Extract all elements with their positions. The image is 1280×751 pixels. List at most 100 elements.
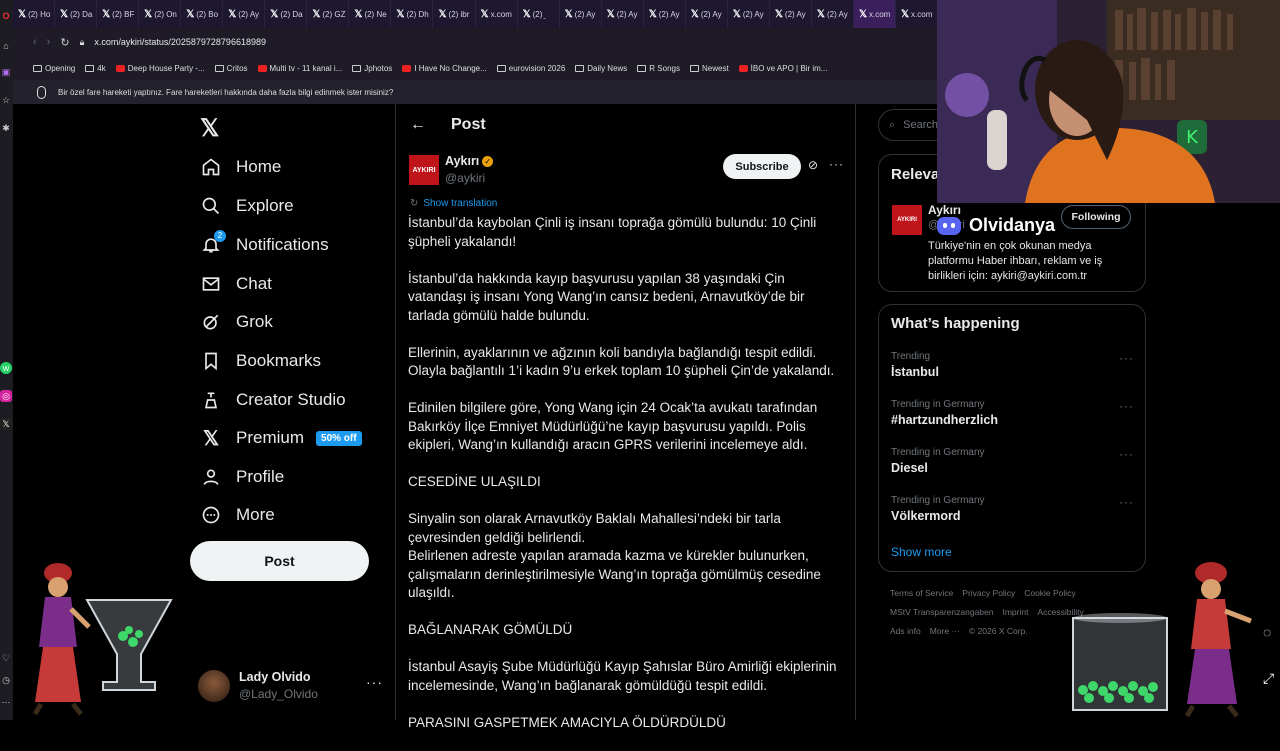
- nav-creator-studio[interactable]: Creator Studio: [200, 389, 346, 411]
- bookmark-item[interactable]: eurovision 2026: [496, 64, 565, 73]
- browser-tab[interactable]: 𝕏 (2) On: [139, 0, 182, 28]
- post-button[interactable]: Post: [190, 541, 369, 581]
- browser-tab[interactable]: 𝕏 (2) Dh: [391, 0, 434, 28]
- instagram-icon[interactable]: ◎: [0, 390, 12, 402]
- bookmark-item[interactable]: Multi tv - 11 kanal i...: [257, 64, 342, 73]
- bookmark-item[interactable]: Daily News: [575, 64, 627, 73]
- footer-link[interactable]: Ads info: [890, 626, 921, 636]
- youtube-icon: [115, 64, 125, 72]
- browser-tab[interactable]: 𝕏 (2) ̱: [518, 0, 560, 28]
- trend-item[interactable]: Trending in Germany #hartzundherzlich ···: [891, 399, 1134, 447]
- stream-expand-icon[interactable]: ⤢: [1263, 670, 1280, 687]
- footer-link[interactable]: Privacy Policy: [962, 588, 1015, 598]
- browser-tab[interactable]: 𝕏 (2) Ay: [770, 0, 812, 28]
- nav-bookmarks[interactable]: Bookmarks: [200, 350, 321, 372]
- bookmark-item[interactable]: 4k: [85, 64, 106, 73]
- nav-explore[interactable]: Explore: [200, 195, 294, 217]
- trend-item[interactable]: Trending in Germany Völkermord ···: [891, 495, 1134, 543]
- discord-username: Olvidanya: [969, 215, 1056, 235]
- x-rail-icon[interactable]: 𝕏: [0, 418, 12, 430]
- stream-chat-icon[interactable]: ◌: [1263, 624, 1280, 640]
- account-switcher[interactable]: Lady Olvido @Lady_Olvido ···: [198, 666, 383, 706]
- footer-link[interactable]: MStV Transparenzangaben: [890, 607, 993, 617]
- browser-tab[interactable]: 𝕏 (2) Ne: [349, 0, 392, 28]
- browser-tab[interactable]: 𝕏x.com: [476, 0, 518, 28]
- trend-options-icon[interactable]: ···: [1119, 351, 1134, 365]
- x-logo-icon[interactable]: 𝕏: [200, 114, 219, 143]
- history-rail-icon[interactable]: ◷: [0, 674, 12, 686]
- more-rail-icon[interactable]: ⋯: [0, 696, 12, 708]
- subscribe-button[interactable]: Subscribe: [723, 154, 801, 179]
- browser-tab[interactable]: 𝕏 (2) Ay: [602, 0, 644, 28]
- workspace-rail-icon[interactable]: ▣: [0, 66, 12, 78]
- show-translation-link[interactable]: ↻ Show translation: [410, 198, 497, 209]
- bookmark-item[interactable]: Deep House Party -...: [115, 64, 205, 73]
- url-field[interactable]: x.com/aykiri/status/2025879728796618989: [94, 37, 266, 47]
- bookmark-item[interactable]: R Songs: [637, 64, 680, 73]
- browser-tab[interactable]: 𝕏x.com: [853, 0, 896, 28]
- trend-options-icon[interactable]: ···: [1119, 495, 1134, 509]
- account-options-icon[interactable]: ···: [366, 674, 383, 690]
- whatsapp-icon[interactable]: w: [0, 362, 12, 374]
- browser-tab[interactable]: 𝕏 (2) Ay: [644, 0, 686, 28]
- following-button[interactable]: Following: [1061, 205, 1131, 229]
- post-paragraph: İstanbul’da kaybolan Çinli iş insanı top…: [408, 215, 817, 249]
- author-avatar[interactable]: AYKIRI: [409, 155, 439, 185]
- trend-item[interactable]: Trending in Germany Diesel ···: [891, 447, 1134, 495]
- bookmark-label: I Have No Change...: [414, 63, 487, 73]
- trend-item[interactable]: Trending İstanbul ···: [891, 351, 1134, 399]
- heart-rail-icon[interactable]: ♡: [0, 652, 12, 664]
- bookmark-item[interactable]: Opening: [33, 64, 75, 73]
- forward-nav-icon[interactable]: ›: [47, 36, 51, 48]
- show-more-link[interactable]: Show more: [891, 545, 952, 559]
- account-handle: @Lady_Olvido: [239, 687, 318, 701]
- trend-options-icon[interactable]: ···: [1119, 399, 1134, 413]
- nav-grok[interactable]: Grok: [200, 311, 273, 333]
- browser-tab[interactable]: 𝕏 (2) Ay: [728, 0, 770, 28]
- back-arrow-icon[interactable]: ←: [410, 116, 426, 134]
- bookmark-item[interactable]: Jphotos: [352, 64, 392, 73]
- nav-home[interactable]: Home: [200, 156, 281, 178]
- browser-tab[interactable]: 𝕏 (2) Da: [55, 0, 98, 28]
- browser-tab[interactable]: 𝕏 (2) ibr: [433, 0, 476, 28]
- trend-options-icon[interactable]: ···: [1119, 447, 1134, 461]
- footer-link[interactable]: Cookie Policy: [1024, 588, 1076, 598]
- back-nav-icon[interactable]: ‹: [33, 36, 37, 48]
- bookmark-item[interactable]: Critos: [214, 64, 248, 73]
- nav-more[interactable]: More: [200, 504, 275, 526]
- nav-notifications[interactable]: 2 Notifications: [200, 230, 329, 256]
- footer-link[interactable]: Imprint: [1002, 607, 1028, 617]
- browser-tab[interactable]: 𝕏 (2) Ay: [812, 0, 854, 28]
- lock-icon[interactable]: 🔒︎: [80, 37, 85, 48]
- post-options-icon[interactable]: ···: [829, 157, 844, 171]
- browser-tab[interactable]: 𝕏 (2) Ay: [560, 0, 602, 28]
- browser-tab[interactable]: 𝕏 (2) Bo: [181, 0, 224, 28]
- browser-tab[interactable]: 𝕏 (2) BF: [97, 0, 140, 28]
- browser-tab[interactable]: 𝕏 (2) Ho: [13, 0, 56, 28]
- youtube-icon: [738, 64, 748, 72]
- nav-chat[interactable]: Chat: [200, 273, 272, 295]
- nav-profile[interactable]: Profile: [200, 466, 284, 488]
- browser-tab[interactable]: 𝕏 (2) GZ: [307, 0, 350, 28]
- extensions-rail-icon[interactable]: ✱: [0, 122, 12, 134]
- grok-explain-icon[interactable]: ⊘: [808, 158, 818, 172]
- bookmark-item[interactable]: I Have No Change...: [402, 63, 487, 73]
- browser-tab[interactable]: 𝕏 (2) Da: [265, 0, 308, 28]
- notice-text[interactable]: Bir özel fare hareketi yaptınız. Fare ha…: [58, 88, 393, 97]
- footer-link[interactable]: More ···: [930, 626, 960, 636]
- bookmark-item[interactable]: İBO ve APO | Bir im...: [738, 64, 827, 73]
- star-rail-icon[interactable]: ☆: [0, 94, 12, 106]
- bookmark-item[interactable]: Newest: [689, 64, 729, 73]
- opera-logo-icon[interactable]: O: [0, 10, 12, 22]
- relevant-avatar[interactable]: AYKIRI: [892, 205, 922, 235]
- nav-premium[interactable]: 𝕏 Premium 50% off: [200, 427, 362, 450]
- browser-tab[interactable]: 𝕏 (2) Ay: [686, 0, 728, 28]
- browser-tab[interactable]: 𝕏 (2) Ay: [223, 0, 266, 28]
- author-handle[interactable]: @aykiri: [445, 171, 485, 185]
- author-name-row[interactable]: Aykırı ✓: [445, 154, 494, 168]
- reload-icon[interactable]: ↻: [60, 36, 69, 49]
- mouse-icon: [37, 85, 46, 99]
- home-rail-icon[interactable]: ⌂: [0, 40, 12, 52]
- browser-tab[interactable]: 𝕏x.com: [896, 0, 938, 28]
- footer-link[interactable]: Terms of Service: [890, 588, 953, 598]
